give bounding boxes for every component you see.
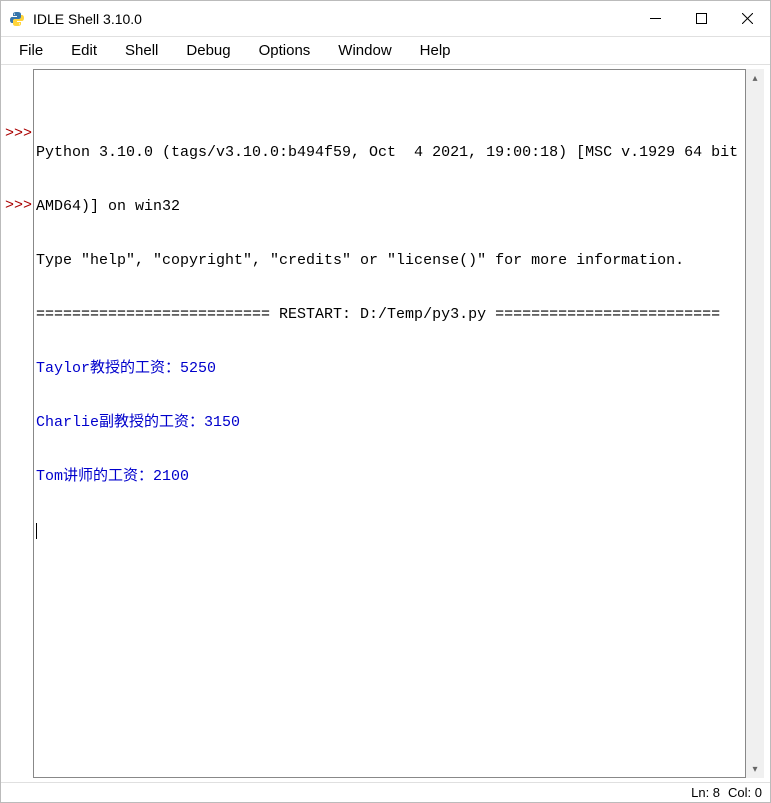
menubar: File Edit Shell Debug Options Window Hel…: [1, 37, 770, 65]
cursor-line: [36, 522, 743, 540]
restart-line: ========================== RESTART: D:/T…: [36, 306, 743, 324]
output-line: Charlie副教授的工资：3150: [36, 414, 743, 432]
python-icon: [9, 11, 25, 27]
menu-help[interactable]: Help: [406, 38, 465, 63]
titlebar: IDLE Shell 3.10.0: [1, 1, 770, 37]
maximize-button[interactable]: [678, 1, 724, 36]
shell-editor[interactable]: Python 3.10.0 (tags/v3.10.0:b494f59, Oct…: [33, 69, 746, 778]
menu-file[interactable]: File: [5, 38, 57, 63]
editor-container: >>> >>> Python 3.10.0 (tags/v3.10.0:b494…: [1, 65, 770, 782]
vertical-scrollbar[interactable]: ▴ ▾: [746, 69, 764, 778]
version-line: Python 3.10.0 (tags/v3.10.0:b494f59, Oct…: [36, 144, 743, 162]
menu-edit[interactable]: Edit: [57, 38, 111, 63]
menu-window[interactable]: Window: [324, 38, 405, 63]
text-cursor: [36, 523, 37, 539]
window-title: IDLE Shell 3.10.0: [33, 11, 632, 27]
prompt-gutter: >>> >>>: [5, 69, 33, 778]
status-line: Ln: 8: [691, 785, 720, 800]
scroll-down-icon[interactable]: ▾: [746, 760, 764, 778]
menu-debug[interactable]: Debug: [172, 38, 244, 63]
version-line: Type "help", "copyright", "credits" or "…: [36, 252, 743, 270]
output-line: Taylor教授的工资：5250: [36, 360, 743, 378]
version-line: AMD64)] on win32: [36, 198, 743, 216]
statusbar: Ln: 8 Col: 0: [1, 782, 770, 802]
scroll-up-icon[interactable]: ▴: [746, 69, 764, 87]
output-line: Tom讲师的工资：2100: [36, 468, 743, 486]
window-controls: [632, 1, 770, 36]
close-button[interactable]: [724, 1, 770, 36]
menu-shell[interactable]: Shell: [111, 38, 172, 63]
scrollbar-track[interactable]: [746, 87, 764, 760]
prompt: >>>: [5, 197, 33, 215]
prompt: >>>: [5, 125, 33, 143]
minimize-button[interactable]: [632, 1, 678, 36]
menu-options[interactable]: Options: [245, 38, 325, 63]
status-col: Col: 0: [728, 785, 762, 800]
